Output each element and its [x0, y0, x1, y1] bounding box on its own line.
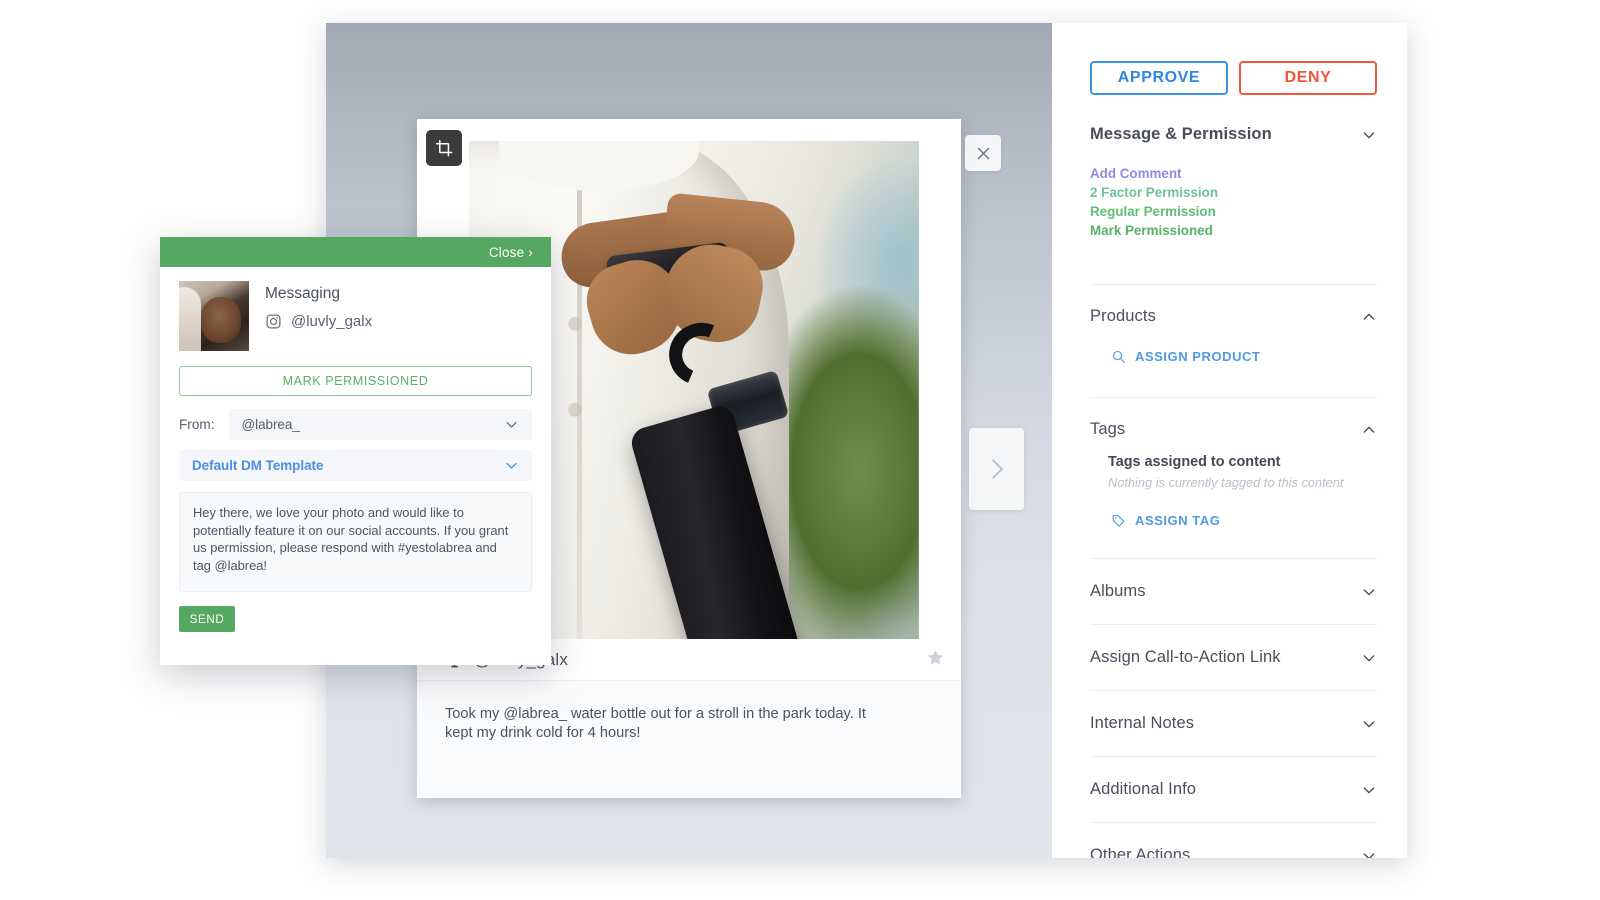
messaging-modal-header: Close ›	[160, 237, 551, 267]
divider	[1090, 690, 1377, 691]
photo-dress-button	[569, 403, 581, 415]
messaging-handle: @luvly_galx	[291, 313, 372, 330]
section-header-products[interactable]: Products	[1090, 307, 1377, 326]
section-message-permission: Message & Permission Add Comment 2 Facto…	[1090, 125, 1377, 240]
close-button[interactable]	[965, 135, 1001, 171]
caption-body: Took my @labrea_ water bottle out for a …	[417, 681, 961, 798]
chevron-down-icon	[1361, 848, 1377, 858]
avatar	[179, 281, 249, 351]
section-title: Tags	[1090, 420, 1125, 439]
tag-icon	[1111, 513, 1126, 528]
screen-root: @luvly_galx Took my @labrea_ water bottl…	[0, 0, 1600, 900]
chevron-down-icon	[1361, 127, 1377, 143]
section-assign-cta-link: Assign Call-to-Action Link	[1090, 648, 1377, 667]
message-body-textarea[interactable]: Hey there, we love your photo and would …	[179, 492, 532, 592]
chevron-down-icon	[1361, 782, 1377, 798]
divider	[1090, 558, 1377, 559]
section-title: Additional Info	[1090, 780, 1196, 799]
divider	[1090, 756, 1377, 757]
assign-tag-button[interactable]: ASSIGN TAG	[1111, 513, 1377, 528]
link-mark-permissioned[interactable]: Mark Permissioned	[1090, 221, 1377, 240]
divider	[1090, 397, 1377, 398]
identity-text: Messaging @luvly_galx	[265, 281, 372, 330]
dm-template-value: Default DM Template	[192, 458, 323, 473]
deny-button[interactable]: DENY	[1239, 61, 1377, 95]
section-header-message-permission[interactable]: Message & Permission	[1090, 125, 1377, 144]
search-icon	[1111, 349, 1126, 364]
section-title: Products	[1090, 307, 1156, 326]
chevron-down-icon	[1361, 716, 1377, 732]
section-additional-info: Additional Info	[1090, 780, 1377, 799]
section-internal-notes: Internal Notes	[1090, 714, 1377, 733]
favorite-star-button[interactable]	[926, 648, 945, 672]
chevron-down-icon	[504, 458, 519, 473]
messaging-modal-body: Messaging @luvly_galx MARK PERMISSIONED …	[160, 267, 551, 632]
section-title: Albums	[1090, 582, 1146, 601]
mark-permissioned-button[interactable]: MARK PERMISSIONED	[179, 366, 532, 396]
messaging-handle-row: @luvly_galx	[265, 313, 372, 330]
divider	[1090, 284, 1377, 285]
next-content-button[interactable]	[969, 428, 1024, 510]
section-title: Message & Permission	[1090, 125, 1272, 144]
chevron-up-icon	[1361, 309, 1377, 325]
section-products: Products ASSIGN PRODUCT	[1090, 307, 1377, 364]
assign-product-label: ASSIGN PRODUCT	[1135, 349, 1260, 364]
permission-link-list: Add Comment 2 Factor Permission Regular …	[1090, 164, 1377, 240]
section-tags: Tags Tags assigned to content Nothing is…	[1090, 420, 1377, 528]
instagram-icon	[265, 313, 282, 330]
approve-button[interactable]: APPROVE	[1090, 61, 1228, 95]
assign-product-button[interactable]: ASSIGN PRODUCT	[1111, 349, 1377, 364]
approval-actions: APPROVE DENY	[1090, 61, 1377, 95]
chevron-down-icon	[1361, 584, 1377, 600]
section-title: Other Actions	[1090, 846, 1190, 858]
detail-side-panel: APPROVE DENY Message & Permission Add Co…	[1052, 23, 1407, 858]
dm-template-select[interactable]: Default DM Template	[179, 450, 532, 481]
chevron-up-icon	[1361, 422, 1377, 438]
section-title: Internal Notes	[1090, 714, 1194, 733]
from-row: From: @labrea_	[179, 409, 532, 440]
section-header-additional-info[interactable]: Additional Info	[1090, 780, 1377, 799]
section-header-albums[interactable]: Albums	[1090, 582, 1377, 601]
link-add-comment[interactable]: Add Comment	[1090, 164, 1377, 183]
from-account-value: @labrea_	[242, 417, 300, 432]
star-icon	[926, 648, 945, 667]
crop-button[interactable]	[426, 130, 462, 166]
link-regular-permission[interactable]: Regular Permission	[1090, 202, 1377, 221]
section-header-other-actions[interactable]: Other Actions	[1090, 846, 1377, 858]
chevron-right-icon	[984, 453, 1010, 485]
section-other-actions: Other Actions	[1090, 846, 1377, 858]
section-header-assign-cta-link[interactable]: Assign Call-to-Action Link	[1090, 648, 1377, 667]
send-button[interactable]: SEND	[179, 606, 235, 632]
divider	[1090, 624, 1377, 625]
divider	[1090, 822, 1377, 823]
section-albums: Albums	[1090, 582, 1377, 601]
from-label: From:	[179, 417, 215, 432]
photo-dress-button	[569, 317, 581, 329]
link-2-factor-permission[interactable]: 2 Factor Permission	[1090, 183, 1377, 202]
tags-assigned-heading: Tags assigned to content	[1108, 454, 1377, 470]
messaging-identity: Messaging @luvly_galx	[179, 281, 532, 351]
section-header-internal-notes[interactable]: Internal Notes	[1090, 714, 1377, 733]
tags-empty-text: Nothing is currently tagged to this cont…	[1108, 475, 1377, 490]
caption-text: Took my @labrea_ water bottle out for a …	[445, 705, 895, 743]
tags-assigned-block: Tags assigned to content Nothing is curr…	[1108, 454, 1377, 490]
section-header-tags[interactable]: Tags	[1090, 420, 1377, 439]
messaging-title: Messaging	[265, 285, 372, 303]
assign-tag-label: ASSIGN TAG	[1135, 513, 1220, 528]
messaging-modal: Close › Messaging @luvly_galx	[160, 237, 551, 665]
section-title: Assign Call-to-Action Link	[1090, 648, 1281, 667]
chevron-down-icon	[1361, 650, 1377, 666]
messaging-close-button[interactable]: Close ›	[489, 245, 533, 260]
chevron-down-icon	[504, 417, 519, 432]
crop-icon	[435, 139, 454, 158]
close-icon	[975, 145, 992, 162]
from-account-select[interactable]: @labrea_	[229, 409, 533, 440]
